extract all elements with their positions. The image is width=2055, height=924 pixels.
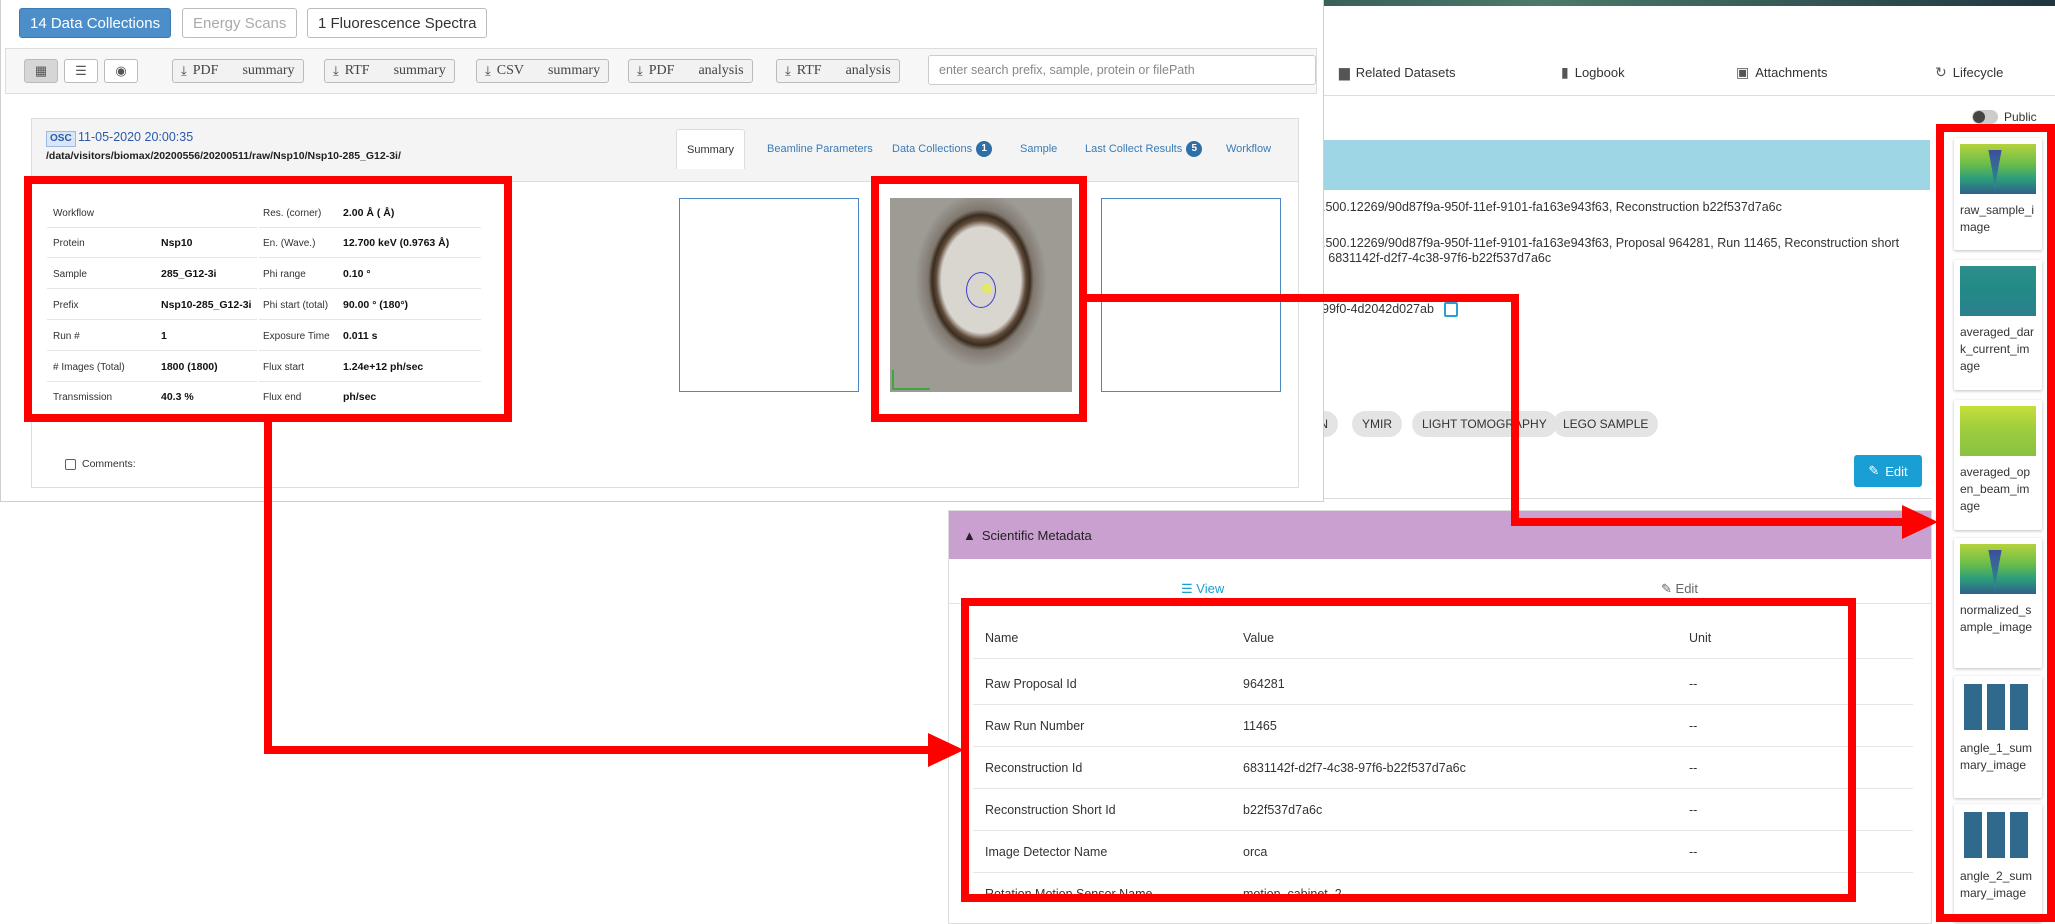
annotation-box-details xyxy=(24,176,512,422)
keyword-chip: LIGHT TOMOGRAPHY xyxy=(1412,411,1557,437)
download-icon: ⤓ xyxy=(333,63,339,79)
comments-field[interactable]: Comments: xyxy=(65,458,136,470)
tab-energy-scans[interactable]: Energy Scans xyxy=(182,8,298,38)
pencil-icon: ✎ xyxy=(1868,463,1880,478)
rtf-summary-button[interactable]: ⤓ RTF summary xyxy=(324,59,455,83)
annotation-box-metadata-table xyxy=(961,598,1856,902)
annotation-arrow xyxy=(1902,505,1938,539)
pencil-icon: ✎ xyxy=(1661,581,1672,596)
copy-icon[interactable] xyxy=(1443,302,1458,318)
annotation-connector xyxy=(264,746,930,754)
tab-view[interactable]: ☰ View xyxy=(1181,581,1224,597)
tab-logbook[interactable]: ▮ Logbook xyxy=(1561,64,1625,81)
image-icon: ▣ xyxy=(1736,64,1750,80)
collection-timestamp: 11-05-2020 20:00:35 xyxy=(78,130,194,144)
pdf-summary-button[interactable]: ⤓ PDF summary xyxy=(172,59,304,83)
annotation-connector xyxy=(1511,518,1903,526)
keyword-chip: LEGO SAMPLE xyxy=(1553,411,1659,437)
annotation-connector xyxy=(264,420,272,754)
annotation-connector xyxy=(1511,294,1519,526)
annotation-box-snapshot xyxy=(871,176,1087,422)
list-icon: ☰ xyxy=(1181,581,1193,596)
flask-icon: ▲ xyxy=(963,527,976,543)
count-badge: 5 xyxy=(1186,141,1203,157)
info-line-1: .500.12269/90d87f9a-950f-11ef-9101-fa163… xyxy=(1322,200,1782,214)
tab-sample[interactable]: Sample xyxy=(1020,129,1057,169)
book-icon: ▮ xyxy=(1561,64,1569,80)
collection-header: OSC 11-05-2020 20:00:35 /data/visitors/b… xyxy=(32,119,1298,182)
folder-icon: ▆ xyxy=(1339,64,1350,80)
toolbar: ▦ ☰ ◉ ⤓ PDF summary ⤓ RTF summary ⤓ CSV … xyxy=(5,48,1317,94)
cycle-icon: ↻ xyxy=(1935,64,1947,80)
search-input[interactable] xyxy=(928,55,1316,85)
osc-badge: OSC xyxy=(46,131,76,147)
tab-beamline-parameters[interactable]: Beamline Parameters xyxy=(767,129,873,169)
annotation-arrow xyxy=(928,733,964,767)
rtf-analysis-button[interactable]: ⤓ RTF analysis xyxy=(776,59,900,83)
tab-workflow[interactable]: Workflow xyxy=(1226,129,1271,169)
tab-fluorescence-spectra[interactable]: 1 Fluorescence Spectra xyxy=(307,8,488,38)
download-icon: ⤓ xyxy=(485,63,491,79)
info-line-4: 99f0-4d2042d027ab xyxy=(1322,302,1458,318)
tab-data-collections-inner[interactable]: Data Collections 1 xyxy=(892,129,993,169)
count-badge: 1 xyxy=(976,141,993,157)
download-icon: ⤓ xyxy=(637,63,643,79)
tab-last-collect-results[interactable]: Last Collect Results 5 xyxy=(1085,129,1203,169)
collection-path: /data/visitors/biomax/20200556/20200511/… xyxy=(46,150,401,162)
tab-data-collections[interactable]: 14 Data Collections xyxy=(19,8,172,38)
tab-related-datasets[interactable]: ▆ Related Datasets xyxy=(1339,64,1456,81)
download-icon: ⤓ xyxy=(181,63,187,79)
keyword-chip: YMIR xyxy=(1352,411,1402,437)
pdf-analysis-button[interactable]: ⤓ PDF analysis xyxy=(628,59,753,83)
tab-edit[interactable]: ✎ Edit xyxy=(1661,581,1698,597)
table-view-icon[interactable]: ▦ xyxy=(24,59,58,83)
download-icon: ⤓ xyxy=(785,63,791,79)
toggle-switch-icon xyxy=(1972,110,1998,124)
tab-summary[interactable]: Summary xyxy=(676,129,746,169)
tab-lifecycle[interactable]: ↻ Lifecycle xyxy=(1935,64,2003,81)
public-toggle[interactable]: Public xyxy=(1972,110,2037,124)
nav-divider xyxy=(1320,95,2055,96)
image-placeholder-left[interactable] xyxy=(679,198,859,392)
tab-attachments[interactable]: ▣ Attachments xyxy=(1736,64,1828,81)
globe-icon[interactable]: ◉ xyxy=(104,59,138,83)
annotation-connector xyxy=(1087,294,1519,302)
info-line-3: l 6831142f-d2f7-4c38-97f6-b22f537d7a6c xyxy=(1322,251,1552,265)
edit-button[interactable]: ✎ Edit xyxy=(1854,455,1922,487)
info-line-2: .500.12269/90d87f9a-950f-11ef-9101-fa163… xyxy=(1322,236,1900,250)
card-divider xyxy=(1320,498,1932,499)
dataset-header-band xyxy=(1320,140,1930,190)
edit-comment-icon xyxy=(65,458,76,470)
csv-summary-button[interactable]: ⤓ CSV summary xyxy=(476,59,610,83)
annotation-box-thumbnails xyxy=(1936,124,2055,922)
list-view-icon[interactable]: ☰ xyxy=(64,59,98,83)
